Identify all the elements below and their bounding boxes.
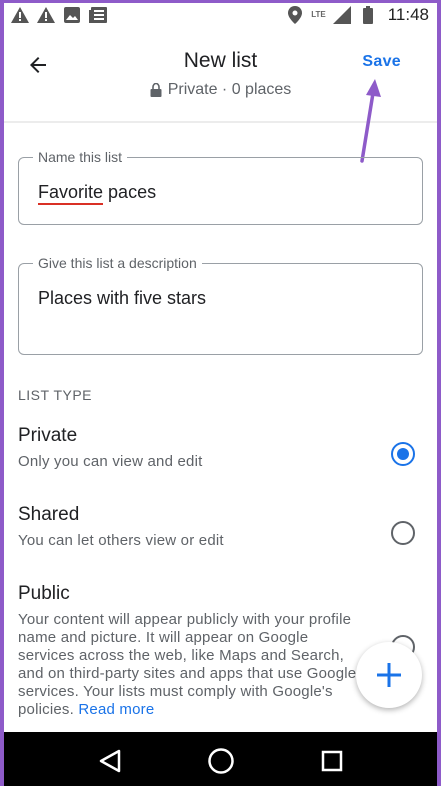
name-field-label: Name this list — [33, 149, 128, 165]
home-circle-icon — [207, 747, 234, 774]
list-type-option-private[interactable]: Private Only you can view and edit — [18, 425, 423, 471]
clock: 11:48 — [387, 5, 429, 24]
nav-recents-button[interactable] — [312, 741, 352, 781]
list-type-option-shared[interactable]: Shared You can let others view or edit — [18, 504, 423, 550]
news-icon — [88, 6, 108, 24]
list-type-option-public[interactable]: Public Your content will appear publicly… — [18, 583, 357, 719]
description-field[interactable]: Give this list a description Places with… — [18, 255, 423, 355]
subtitle-text: Private · 0 places — [167, 81, 292, 98]
nav-back-button[interactable] — [90, 741, 130, 781]
warning-icon — [10, 6, 30, 24]
location-icon — [285, 6, 305, 24]
image-icon — [62, 6, 82, 24]
screen-frame: LTE 11:48 New list Private · 0 places Sa… — [0, 0, 441, 786]
status-bar-right: LTE 11:48 — [285, 5, 429, 25]
radio-private[interactable] — [391, 442, 415, 466]
read-more-link[interactable]: Read more — [78, 701, 154, 718]
option-title: Public — [18, 583, 70, 604]
status-bar: LTE 11:48 — [4, 3, 437, 27]
option-description: Your content will appear publicly with y… — [18, 611, 357, 719]
recents-square-icon — [321, 750, 342, 771]
public-description-text: Your content will appear publicly with y… — [18, 611, 357, 718]
option-title: Shared — [18, 504, 80, 525]
network-type: LTE — [311, 10, 326, 19]
battery-icon — [358, 6, 378, 24]
name-field[interactable]: Name this list Favorite paces — [18, 149, 423, 225]
nav-home-button[interactable] — [201, 741, 241, 781]
warning-icon — [36, 6, 56, 24]
description-field-label: Give this list a description — [33, 255, 202, 271]
signal-icon — [332, 6, 352, 24]
lock-icon — [150, 83, 162, 97]
description-field-value[interactable]: Places with five stars — [38, 288, 206, 309]
radio-shared[interactable] — [391, 521, 415, 545]
option-title: Private — [18, 425, 78, 446]
list-type-heading: LIST TYPE — [18, 387, 93, 403]
annotation-arrow-icon — [360, 79, 381, 163]
back-triangle-icon — [99, 749, 120, 772]
status-bar-left — [10, 6, 108, 24]
save-button[interactable]: Save — [362, 53, 401, 71]
system-nav-bar — [4, 732, 437, 786]
option-description: You can let others view or edit — [18, 532, 224, 549]
option-description: Only you can view and edit — [18, 453, 203, 470]
name-field-rest: paces — [108, 182, 157, 202]
plus-icon — [377, 663, 401, 687]
spelling-error-word: Favorite — [38, 182, 104, 205]
name-field-value[interactable]: Favorite paces — [38, 182, 157, 205]
add-place-button[interactable] — [356, 642, 422, 708]
